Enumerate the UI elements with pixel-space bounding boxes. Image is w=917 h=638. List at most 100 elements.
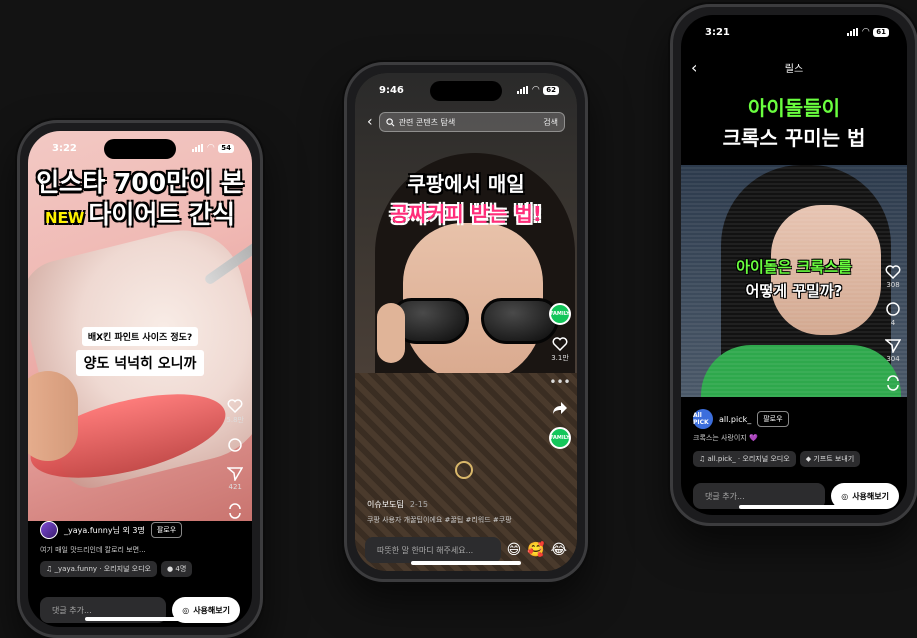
search-placeholder: 관련 콘텐츠 탐색 (398, 117, 456, 127)
reels-header: ‹ 릴스 (681, 55, 907, 79)
repost-action[interactable] (227, 503, 243, 519)
audio-chip-label: _yaya.funny · 오리지널 오디오 (54, 565, 152, 573)
home-indicator (85, 617, 195, 621)
camera-icon: ◎ (182, 605, 190, 615)
home-indicator (739, 505, 849, 509)
status-icons: ◠ 54 (192, 143, 234, 153)
audio-chip[interactable]: ♫ all.pick_ · 오리지널 오디오 (693, 451, 796, 467)
back-icon[interactable]: ‹ (38, 171, 45, 192)
back-icon[interactable]: ‹ (691, 58, 697, 77)
reel-title: 아이돌들이 크록스 꾸미는 법 (681, 93, 907, 153)
people-chip[interactable]: ● 4명 (161, 561, 193, 577)
title-line-2: 다이어트 간식 (88, 200, 236, 229)
send-icon (227, 467, 244, 481)
gift-chip[interactable]: ◆ 기프트 보내기 (799, 451, 861, 467)
title-new-tag: NEW (44, 209, 85, 227)
description[interactable]: 쿠팡 사용자 개꿀팁이에요 #꿀팁 #리워드 #쿠팡 (367, 515, 577, 525)
send-action[interactable]: 421 (227, 467, 244, 491)
comment-icon (886, 302, 900, 316)
description[interactable]: 크록스는 사랑이지 💜 (693, 433, 893, 443)
video-caption: 배X킨 파인트 사이즈 정도? 양도 넉넉히 오니까 (28, 325, 252, 376)
search-input[interactable]: 관련 콘텐츠 탐색 검색 (378, 112, 565, 132)
try-button-label: 사용해보기 (193, 605, 230, 615)
side-actions: FAMILY 3.1만 ••• FAMILY (549, 303, 571, 449)
like-action[interactable]: 3.1만 (551, 337, 569, 363)
hand (28, 371, 78, 461)
share-count: 304 (886, 355, 900, 363)
emoji-laugh[interactable]: 😂 (551, 542, 567, 558)
sunglasses (385, 298, 565, 348)
description[interactable]: 여기 매일 맛드리인데 칼로리 보면... (40, 545, 240, 555)
title-line-1: 쿠팡에서 매일 (407, 172, 525, 196)
camera-icon: ◎ (841, 491, 849, 501)
username[interactable]: all.pick_ (719, 415, 751, 424)
author-row: _yaya.funny님 외 3명 팔로우 (40, 521, 183, 539)
status-icons: ◠ 61 (847, 27, 889, 37)
family-badge[interactable]: FAMILY (549, 303, 571, 325)
right-lens (481, 298, 559, 344)
username[interactable]: 이슈보도팀 (367, 499, 404, 510)
chip-row: ♫ _yaya.funny · 오리지널 오디오 ● 4명 (40, 561, 193, 577)
more-action[interactable]: ••• (549, 375, 570, 389)
like-action[interactable]: 5.8만 (226, 399, 244, 425)
signal-icon (847, 28, 859, 36)
video-caption: 아이돌은 크록스를 어떻게 꾸밀까? (681, 255, 907, 303)
title-line-1: 아이돌들이 (748, 96, 840, 120)
emoji-grin[interactable]: 😄 (507, 542, 522, 558)
back-icon[interactable]: ‹ (367, 114, 373, 130)
phone-3: 3:21 ◠ 61 ‹ 릴스 아이돌들이 크록스 꾸미는 법 아이돌은 크록스를… (670, 4, 917, 526)
title-line-2: 공짜커피 받는 법! (390, 202, 542, 226)
caption-line-2: 어떻게 꾸밀까? (745, 282, 843, 300)
search-button[interactable]: 검색 (543, 117, 558, 128)
music-icon: ♫ (699, 455, 708, 463)
phone-3-screen: 3:21 ◠ 61 ‹ 릴스 아이돌들이 크록스 꾸미는 법 아이돌은 크록스를… (681, 15, 907, 515)
repost-action[interactable] (885, 375, 901, 391)
family-badge-bottom[interactable]: FAMILY (549, 427, 571, 449)
caption-line-1: 아이돌은 크록스를 (736, 258, 852, 276)
share-action[interactable] (552, 401, 568, 415)
people-chip-label: 4명 (175, 565, 187, 573)
like-action[interactable]: 308 (885, 265, 901, 289)
phone-2-screen: 9:46 ◠ 62 ‹ 관련 콘텐츠 탐색 검색 쿠팡에서 매일 공짜커피 받는… (355, 73, 577, 571)
title-line-1: 인스타 700만이 본 (36, 168, 244, 197)
search-bar: ‹ 관련 콘텐츠 탐색 검색 (367, 111, 565, 133)
home-indicator (411, 561, 521, 565)
author-row: 이슈보도팀 2-15 (367, 499, 428, 510)
battery-icon: 61 (873, 27, 889, 37)
send-action[interactable]: 304 (885, 339, 901, 363)
dots-icon: ••• (549, 375, 571, 389)
comment-action[interactable]: 4 (885, 301, 901, 327)
gift-chip-label: 기프트 보내기 (813, 455, 855, 463)
necklace-ring (455, 461, 473, 479)
caption-big: 양도 넉넉히 오니까 (75, 350, 205, 376)
status-time: 3:22 (52, 142, 77, 154)
try-button-label: 사용해보기 (852, 491, 889, 501)
wifi-icon: ◠ (862, 27, 870, 37)
wifi-icon: ◠ (207, 143, 215, 153)
comment-count: 4 (890, 319, 896, 327)
caption-small: 배X킨 파인트 사이즈 정도? (81, 327, 199, 346)
side-actions: 308 4 304 (885, 265, 901, 391)
dynamic-island (758, 23, 830, 43)
emoji-love[interactable]: 🥰 (527, 542, 544, 558)
status-time: 9:46 (379, 84, 404, 96)
username[interactable]: _yaya.funny님 외 3명 (64, 525, 145, 536)
header-title: 릴스 (784, 63, 804, 75)
comment-input[interactable]: 따뜻한 말 한마디 해주세요... (365, 537, 501, 563)
comment-action[interactable] (227, 437, 243, 455)
heart-icon (552, 337, 568, 351)
avatar[interactable] (40, 521, 58, 539)
status-time: 3:21 (705, 26, 730, 38)
finger (377, 303, 405, 363)
follow-button[interactable]: 팔로우 (757, 411, 789, 427)
repost-icon (229, 503, 241, 519)
status-icons: ◠ 62 (517, 85, 559, 95)
follow-button[interactable]: 팔로우 (150, 522, 183, 538)
dynamic-island (104, 139, 176, 159)
audio-chip[interactable]: ♫ _yaya.funny · 오리지널 오디오 (40, 561, 158, 577)
title-line-2: 크록스 꾸미는 법 (722, 126, 866, 150)
author-row: All PICK all.pick_ 팔로우 (693, 409, 789, 429)
all-pick-badge[interactable]: All PICK (693, 409, 713, 429)
reel-video[interactable] (355, 73, 577, 571)
heart-icon (227, 399, 243, 413)
